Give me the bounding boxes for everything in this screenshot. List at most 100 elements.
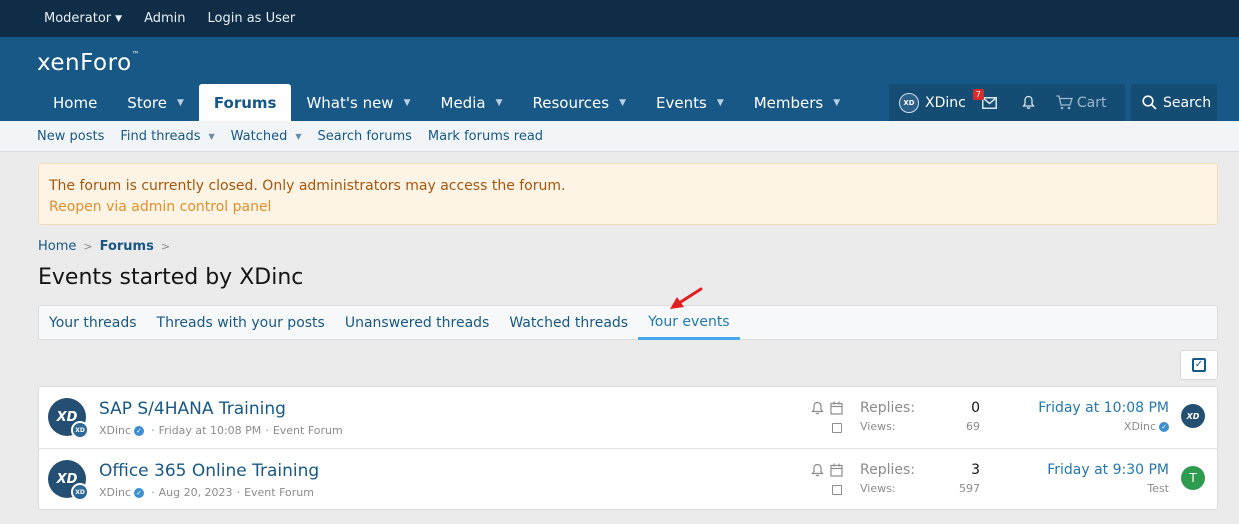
caret-down-icon[interactable]: ▼ [209, 132, 215, 141]
replies-count: 0 [971, 400, 980, 416]
admin-link[interactable]: Admin [144, 11, 185, 26]
last-post-username[interactable]: Test [1147, 482, 1169, 495]
thread-author-avatar[interactable]: XD XD [48, 398, 89, 439]
thread-forum[interactable]: Event Forum [244, 486, 314, 499]
meta-separator: · [151, 486, 155, 499]
thread-author-avatar[interactable]: XD XD [48, 460, 89, 501]
envelope-icon [982, 96, 998, 109]
site-logo[interactable]: xenForo™ [37, 50, 140, 76]
last-post-date[interactable]: Friday at 9:30 PM [1047, 462, 1169, 478]
breadcrumb: Home > Forums > [38, 239, 177, 254]
annotation-arrow-icon [670, 287, 703, 309]
new-posts-link[interactable]: New posts [37, 129, 104, 144]
tab-unanswered-threads[interactable]: Unanswered threads [335, 306, 500, 340]
views-count: 69 [966, 420, 980, 433]
thread-status-icons [811, 401, 843, 415]
meta-separator: · [265, 424, 269, 437]
find-threads-link[interactable]: Find threads ▼ [120, 129, 214, 144]
last-post-date[interactable]: Friday at 10:08 PM [1038, 400, 1169, 416]
nav-tab-home[interactable]: Home [38, 84, 112, 121]
nav-tab-label: Media [440, 93, 486, 112]
alerts-button[interactable] [1010, 84, 1048, 121]
caret-down-icon[interactable]: ▼ [404, 98, 411, 108]
logo-text: xenForo [37, 50, 132, 76]
last-post-user: XDinc ✓ [1038, 420, 1169, 433]
inbox-button[interactable]: 7 [970, 84, 1010, 121]
nav-tab-whats-new[interactable]: What's new ▼ [291, 84, 425, 121]
mark-forums-read-link[interactable]: Mark forums read [428, 129, 543, 144]
cart-icon [1056, 95, 1073, 110]
nav-tab-label: Members [753, 93, 824, 112]
nav-tab-events[interactable]: Events ▼ [641, 84, 739, 121]
thread-status-icons [811, 463, 843, 477]
nav-tab-members[interactable]: Members ▼ [739, 84, 855, 121]
verified-badge-icon: ✓ [134, 487, 145, 498]
watched-link[interactable]: Watched ▼ [231, 129, 302, 144]
views-label: Views: [860, 420, 896, 433]
thread-meta: XDinc ✓ · Aug 20, 2023 · Event Forum [99, 486, 314, 499]
breadcrumb-home[interactable]: Home [38, 239, 76, 254]
site-header: xenForo™ Home Store ▼ Forums What's new ▼ … [0, 37, 1239, 121]
account-link[interactable]: XD XDinc [889, 84, 966, 121]
nav-tab-forums[interactable]: Forums [198, 84, 292, 121]
thread-forum[interactable]: Event Forum [273, 424, 343, 437]
thread-stats: Replies: 3 Views: 597 [860, 462, 980, 495]
tab-threads-with-your-posts[interactable]: Threads with your posts [147, 306, 335, 340]
nav-tab-resources[interactable]: Resources ▼ [517, 84, 641, 121]
meta-separator: · [236, 486, 241, 499]
chevron-right-icon: > [83, 240, 93, 253]
thread-start-date[interactable]: Aug 20, 2023 [159, 486, 233, 499]
caret-down-icon[interactable]: ▼ [717, 98, 724, 108]
main-nav: Home Store ▼ Forums What's new ▼ Media ▼ Re… [38, 84, 855, 121]
logo-trademark: ™ [131, 50, 141, 59]
select-thread-checkbox[interactable] [832, 423, 842, 433]
select-thread-checkbox[interactable] [832, 485, 842, 495]
search-icon [1142, 95, 1157, 110]
moderator-menu[interactable]: Moderator ▼ [44, 11, 122, 26]
search-forums-link[interactable]: Search forums [318, 129, 412, 144]
thread-last-post: Friday at 10:08 PM XDinc ✓ [1038, 400, 1169, 433]
thread-stats: Replies: 0 Views: 69 [860, 400, 980, 433]
forums-subnav: New posts Find threads ▼ Watched ▼ Search … [0, 121, 1239, 152]
caret-down-icon[interactable]: ▼ [833, 98, 840, 108]
thread-author[interactable]: XDinc [99, 486, 131, 499]
nav-tab-label: What's new [306, 93, 394, 112]
page-title: Events started by XDinc [38, 265, 304, 290]
nav-tab-label: Forums [213, 93, 277, 112]
forum-closed-notice: The forum is currently closed. Only admi… [38, 163, 1218, 225]
views-count: 597 [959, 482, 980, 495]
replies-label: Replies: [860, 400, 916, 416]
verified-badge-icon: ✓ [134, 425, 145, 436]
cart-label: Cart [1076, 94, 1107, 111]
last-post-username[interactable]: XDinc [1124, 420, 1156, 433]
tab-your-threads[interactable]: Your threads [39, 306, 147, 340]
thread-title[interactable]: Office 365 Online Training [99, 461, 319, 481]
last-post-user: Test [1047, 482, 1169, 495]
last-post-avatar[interactable]: XD [1181, 404, 1205, 428]
thread-title[interactable]: SAP S/4HANA Training [99, 399, 286, 419]
last-post-avatar[interactable]: T [1181, 466, 1205, 490]
caret-down-icon[interactable]: ▼ [177, 98, 184, 108]
caret-down-icon[interactable]: ▼ [295, 132, 301, 141]
visitor-tabs: XD XDinc 7 Cart [889, 84, 1125, 121]
caret-down-icon[interactable]: ▼ [619, 98, 626, 108]
thread-author[interactable]: XDinc [99, 424, 131, 437]
replies-count: 3 [971, 462, 980, 478]
bell-icon [811, 401, 824, 415]
thread-start-date[interactable]: Friday at 10:08 PM [159, 424, 262, 437]
checkbox-icon: ✓ [1192, 358, 1206, 372]
inbox-count-badge: 7 [972, 89, 984, 100]
breadcrumb-forums[interactable]: Forums [100, 239, 154, 254]
filters-button[interactable]: ✓ [1180, 350, 1218, 380]
login-as-user-link[interactable]: Login as User [208, 11, 296, 26]
caret-down-icon: ▼ [115, 13, 123, 24]
search-button[interactable]: Search [1131, 84, 1217, 121]
caret-down-icon[interactable]: ▼ [496, 98, 503, 108]
moderator-label: Moderator [44, 11, 112, 26]
thread-row: XD XD SAP S/4HANA Training XDinc ✓ · Fri… [39, 387, 1217, 448]
nav-tab-store[interactable]: Store ▼ [112, 84, 199, 121]
reopen-link[interactable]: Reopen via admin control panel [49, 197, 1207, 218]
cart-button[interactable]: Cart [1056, 84, 1107, 121]
tab-watched-threads[interactable]: Watched threads [499, 306, 638, 340]
nav-tab-media[interactable]: Media ▼ [426, 84, 518, 121]
